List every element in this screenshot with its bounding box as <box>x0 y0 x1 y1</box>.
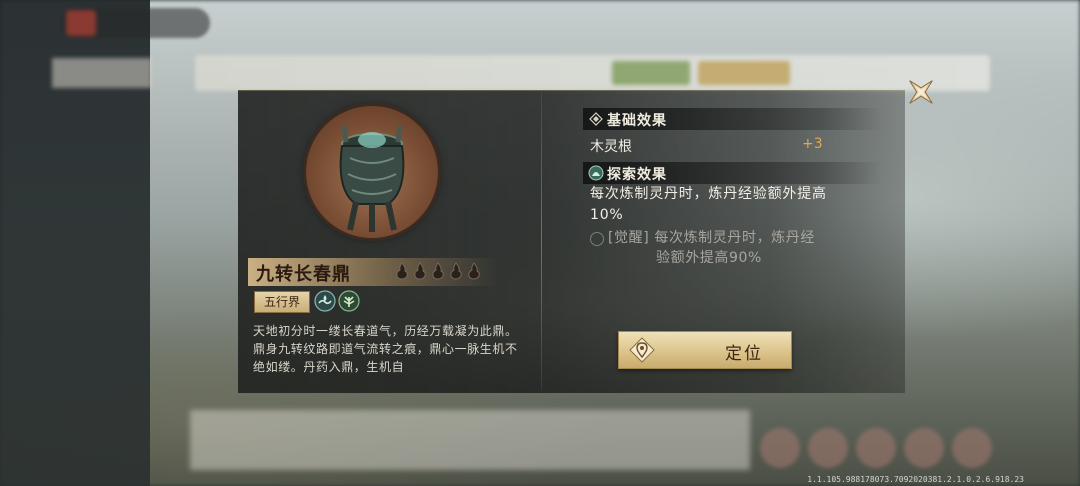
background-gold-button <box>698 61 790 85</box>
diamond-icon <box>589 112 603 126</box>
version-string: 1.1.105.988178073.7092020381.2.1.0.2.6.9… <box>807 475 1024 484</box>
water-element-icon <box>314 290 336 312</box>
explore-effect-text: 每次炼制灵丹时，炼丹经验额外提高10% <box>590 186 827 223</box>
base-effect-title: 基础效果 <box>607 113 667 129</box>
awaken-status-icon <box>590 232 604 246</box>
flame-icon <box>450 262 462 280</box>
background-bottom-row <box>190 410 750 470</box>
item-description: 天地初分时一缕长春道气，历经万载凝为此鼎。鼎身九转纹路即道气流转之痕，鼎心一脉生… <box>253 324 518 374</box>
background-green-button <box>612 61 690 85</box>
item-name: 九转长春鼎 <box>256 264 351 285</box>
wood-element-icon <box>338 290 360 312</box>
cauldron-icon <box>339 125 405 232</box>
explore-effect-title: 探索效果 <box>607 167 667 183</box>
awaken-effect: [觉醒] 每次炼制灵丹时，炼丹经 验额外提高90% <box>608 228 848 268</box>
locate-button[interactable]: 定位 <box>618 331 792 369</box>
base-stat-value: +3 <box>802 136 823 152</box>
rank-flames <box>394 262 482 280</box>
background-circle-icon <box>856 428 896 468</box>
background-nav-active <box>52 58 152 88</box>
item-portrait <box>306 106 438 238</box>
flame-icon <box>468 262 480 280</box>
background-circle-icon <box>904 428 944 468</box>
realm-tag: 五行界 <box>254 291 310 313</box>
background-circle-icon <box>952 428 992 468</box>
locate-label: 定位 <box>725 344 763 364</box>
awaken-line-1: [觉醒] 每次炼制灵丹时，炼丹经 <box>608 230 815 246</box>
background-circle-icon <box>808 428 848 468</box>
close-icon <box>909 80 933 104</box>
modal-divider <box>541 92 542 390</box>
explore-icon <box>588 165 604 181</box>
base-stat-label: 木灵根 <box>590 139 632 155</box>
flame-icon <box>432 262 444 280</box>
background-back-icon <box>66 10 96 36</box>
awaken-line-2: 验额外提高90% <box>656 250 762 266</box>
close-button[interactable] <box>901 72 941 112</box>
flame-icon <box>396 262 408 280</box>
background-circle-icon <box>760 428 800 468</box>
flame-icon <box>414 262 426 280</box>
background-search-bar <box>195 55 990 91</box>
